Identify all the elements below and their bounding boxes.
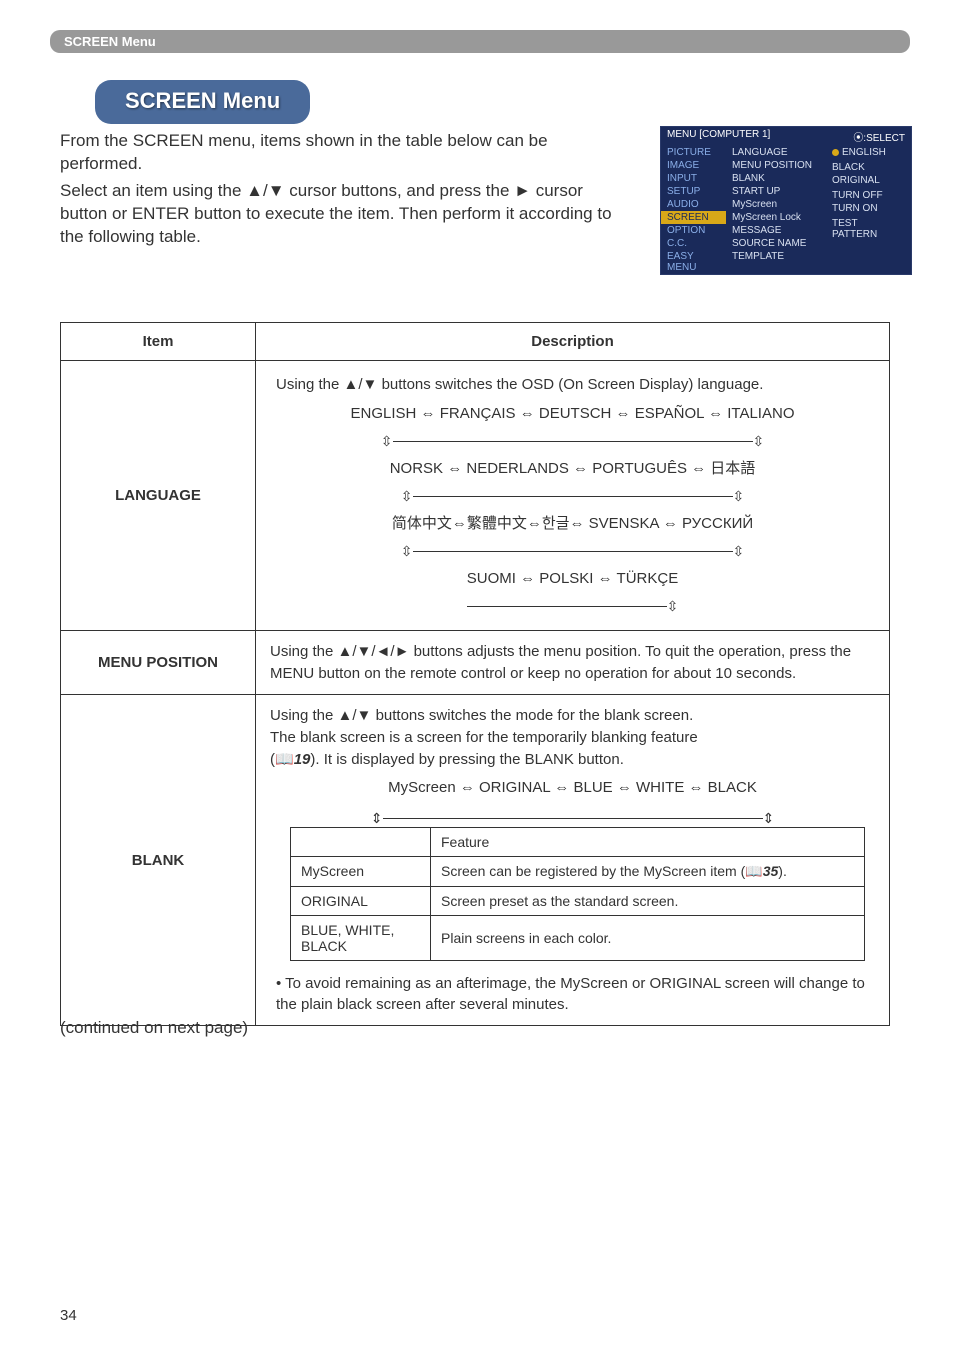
inner-r2c2: Screen preset as the standard screen.: [431, 886, 865, 915]
osd-left-item: PICTURE: [661, 146, 726, 159]
inner-h-blank: [291, 827, 431, 856]
book-icon: 📖: [745, 863, 762, 879]
inner-r1c1: MyScreen: [291, 856, 431, 886]
osd-preview: MENU [COMPUTER 1] ⦿:SELECT PICTURE IMAGE…: [660, 126, 912, 275]
osd-mid-item: MyScreen Lock: [726, 211, 826, 224]
connector-icon: ⇳⇳: [270, 428, 875, 455]
osd-mid-item: TEMPLATE: [726, 250, 826, 263]
inner-h-feature: Feature: [431, 827, 865, 856]
osd-header-right: ⦿:SELECT: [853, 129, 905, 144]
osd-right-item: ENGLISH: [826, 146, 911, 159]
breadcrumb: SCREEN Menu: [50, 30, 910, 53]
osd-right-item: TEST PATTERN: [826, 217, 911, 241]
osd-left-item: AUDIO: [661, 198, 726, 211]
lang-row3: 简体中文⇔繁體中文⇔한글⇔ SVENSKA ⇔ РУССКИЙ: [270, 510, 875, 539]
dot-icon: [832, 149, 839, 156]
row-language-label: LANGUAGE: [61, 361, 256, 631]
row-menupos-label: MENU POSITION: [61, 630, 256, 695]
book-icon: 📖: [275, 751, 294, 768]
osd-left-item: IMAGE: [661, 159, 726, 172]
blank-top3b: ). It is displayed by pressing the BLANK…: [310, 751, 624, 768]
blank-note: • To avoid remaining as an afterimage, t…: [276, 973, 875, 1015]
lang-row2: NORSK ⇔ NEDERLANDS ⇔ PORTUGUÊS ⇔ 日本語: [270, 455, 875, 484]
continued-text: (continued on next page): [60, 1018, 248, 1038]
col-item-header: Item: [61, 323, 256, 361]
osd-left-item: C.C.: [661, 237, 726, 250]
inner-r1c2: Screen can be registered by the MyScreen…: [431, 856, 865, 886]
osd-right-item: ORIGINAL: [826, 174, 911, 187]
osd-mid-item: START UP: [726, 185, 826, 198]
osd-left-item: INPUT: [661, 172, 726, 185]
osd-left-item-active: SCREEN: [661, 211, 726, 224]
osd-right-item: TURN ON: [826, 202, 911, 215]
main-table: Item Description LANGUAGE Using the ▲/▼ …: [60, 322, 890, 1026]
osd-left-item: OPTION: [661, 224, 726, 237]
lang-row4: SUOMI ⇔ POLSKI ⇔ TÜRKÇE: [270, 565, 875, 594]
inner-r3c1: BLUE, WHITE, BLACK: [291, 915, 431, 960]
page-title: SCREEN Menu: [95, 80, 310, 124]
intro-block: From the SCREEN menu, items shown in the…: [60, 130, 630, 253]
osd-mid-item: LANGUAGE: [726, 146, 826, 159]
osd-right-item: BLACK: [826, 161, 911, 174]
blank-top2: The blank screen is a screen for the tem…: [270, 729, 698, 746]
connector-icon: ⇳: [270, 593, 875, 620]
osd-mid-item: BLANK: [726, 172, 826, 185]
connector-icon: ⇳⇳: [270, 483, 875, 510]
col-desc-header: Description: [256, 323, 890, 361]
blank-inner-table: Feature MyScreen Screen can be registere…: [290, 827, 865, 961]
row-language-desc: Using the ▲/▼ buttons switches the OSD (…: [256, 361, 890, 631]
osd-mid-item: MESSAGE: [726, 224, 826, 237]
osd-mid-item: MyScreen: [726, 198, 826, 211]
connector-icon: ⇕⇕: [270, 810, 875, 827]
osd-mid-item: SOURCE NAME: [726, 237, 826, 250]
row-menupos-desc: Using the ▲/▼/◄/► buttons adjusts the me…: [256, 630, 890, 695]
row-blank-desc: Using the ▲/▼ buttons switches the mode …: [256, 695, 890, 1025]
inner-r3c2: Plain screens in each color.: [431, 915, 865, 960]
intro-p2: Select an item using the ▲/▼ cursor butt…: [60, 180, 630, 249]
blank-top1: Using the ▲/▼ buttons switches the mode …: [270, 707, 693, 724]
row-blank-label: BLANK: [61, 695, 256, 1025]
inner-r2c1: ORIGINAL: [291, 886, 431, 915]
intro-p1: From the SCREEN menu, items shown in the…: [60, 130, 630, 176]
connector-icon: ⇳⇳: [270, 538, 875, 565]
osd-left-item: SETUP: [661, 185, 726, 198]
lang-line1: Using the ▲/▼ buttons switches the OSD (…: [270, 371, 875, 400]
osd-mid-item: MENU POSITION: [726, 159, 826, 172]
blank-cycle: MyScreen ⇔ ORIGINAL ⇔ BLUE ⇔ WHITE ⇔ BLA…: [270, 779, 875, 796]
blank-ref19: 19: [294, 751, 311, 768]
osd-header-left: MENU [COMPUTER 1]: [667, 129, 770, 144]
osd-right-item: TURN OFF: [826, 189, 911, 202]
osd-left-item: EASY MENU: [661, 250, 726, 274]
lang-row1: ENGLISH ⇔ FRANÇAIS ⇔ DEUTSCH ⇔ ESPAÑOL ⇔…: [270, 400, 875, 429]
page-number: 34: [60, 1307, 77, 1324]
